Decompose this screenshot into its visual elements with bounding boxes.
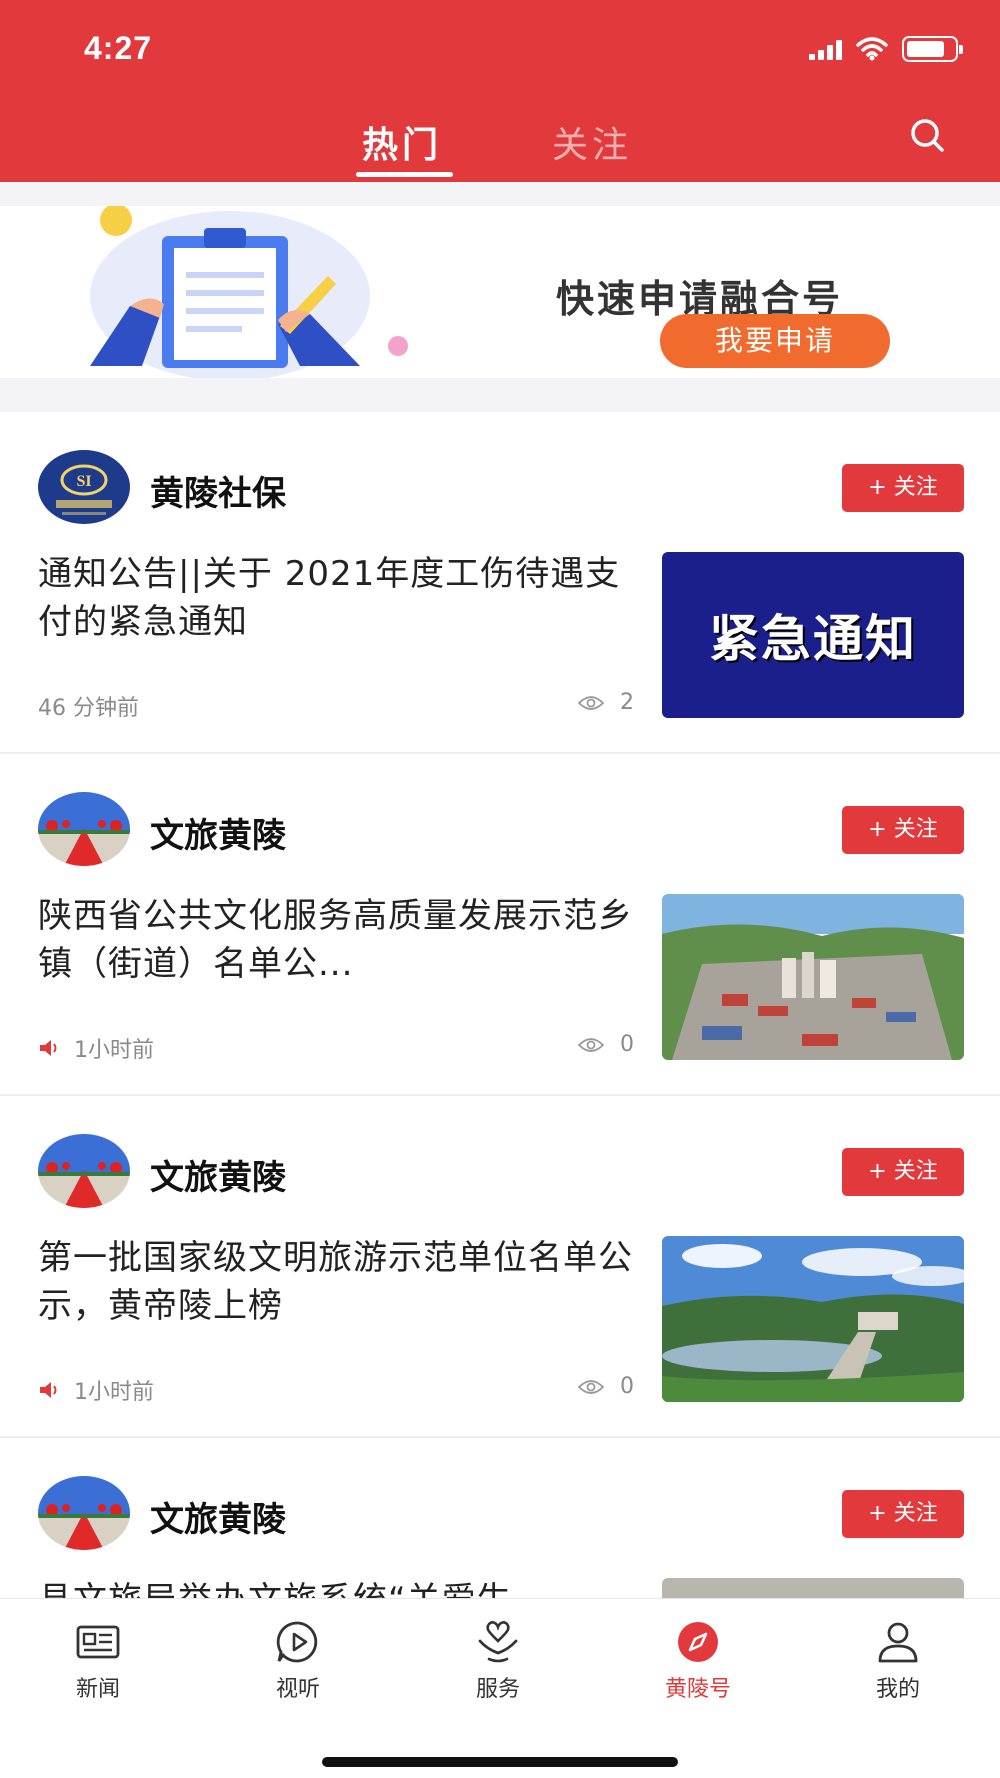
eye-icon [578,1379,604,1394]
article-time: 46 分钟前 [38,696,139,721]
red-carpet-avatar-icon [38,792,130,866]
view-count-value: 2 [620,690,634,715]
header-tabs: 热门 关注 [0,108,1000,178]
nav-huangling-account[interactable]: 黄陵号 [638,1619,758,1703]
search-button[interactable] [904,112,952,160]
battery-icon [902,36,963,62]
top-header: 4:27 热门 关注 [0,0,1000,182]
search-icon [911,119,944,152]
article-time: 1小时前 [74,1038,154,1063]
svg-text:SI: SI [76,473,91,490]
article-headline[interactable]: 通知公告||关于 2021年度工伤待遇支付的紧急通知 [38,550,638,646]
landscape-photo-icon [662,1236,964,1402]
article-feed: SI 黄陵社保 + 关注 通知公告||关于 2021年度工伤待遇支付的紧急通知 … [0,412,1000,1778]
bottom-navigation: 新闻 视听 服务 黄陵号 我的 [0,1598,1000,1778]
author-avatar[interactable] [38,1476,130,1550]
nav-video[interactable]: 视听 [238,1619,358,1703]
nav-label: 我的 [875,1677,920,1702]
heart-hand-icon [478,1621,518,1663]
author-name[interactable]: 文旅黄陵 [150,1492,286,1541]
eye-icon [578,695,604,710]
author-avatar[interactable] [38,1134,130,1208]
social-security-logo-icon: SI [38,450,130,524]
thumbnail-text: 紧急通知 [709,609,917,668]
clipboard-illustration-icon [90,206,408,378]
view-count: 2 [578,690,634,715]
nav-label: 新闻 [75,1677,120,1702]
newspaper-icon [76,1625,120,1659]
tab-following[interactable]: 关注 [552,116,632,168]
nav-news[interactable]: 新闻 [38,1619,158,1703]
nav-label: 视听 [275,1677,320,1702]
cellular-signal-icon [809,38,842,60]
play-icon [276,1621,318,1663]
follow-button[interactable]: + 关注 [842,1490,964,1538]
eye-icon [578,1037,604,1052]
follow-button[interactable]: + 关注 [842,1148,964,1196]
town-aerial-photo-icon [662,894,964,1060]
view-count: 0 [578,1032,634,1057]
apply-banner: 快速申请融合号 [0,182,1000,412]
article-card[interactable]: SI 黄陵社保 + 关注 通知公告||关于 2021年度工伤待遇支付的紧急通知 … [0,412,1000,754]
view-count-value: 0 [620,1374,634,1399]
article-headline[interactable]: 陕西省公共文化服务高质量发展示范乡镇（街道）名单公... [38,892,638,988]
article-meta: 1小时前 [38,1374,154,1406]
home-indicator[interactable] [322,1757,678,1767]
apply-button[interactable]: 我要申请 [660,314,890,368]
view-count: 0 [578,1374,634,1399]
article-thumbnail[interactable] [662,894,964,1060]
article-thumbnail[interactable]: 紧急通知 [662,552,964,718]
status-time: 4:27 [84,30,153,66]
red-carpet-avatar-icon [38,1134,130,1208]
article-meta: 46 分钟前 [38,690,139,722]
author-avatar[interactable] [38,792,130,866]
audio-icon[interactable] [38,1380,62,1400]
follow-button[interactable]: + 关注 [842,806,964,854]
author-name[interactable]: 文旅黄陵 [150,1150,286,1199]
red-carpet-avatar-icon [38,1476,130,1550]
follow-button[interactable]: + 关注 [842,464,964,512]
author-name[interactable]: 文旅黄陵 [150,808,286,857]
nav-label: 黄陵号 [664,1677,731,1702]
article-card[interactable]: 文旅黄陵 + 关注 陕西省公共文化服务高质量发展示范乡镇（街道）名单公... 1… [0,754,1000,1096]
compass-icon [678,1622,718,1662]
nav-me[interactable]: 我的 [838,1619,958,1703]
user-icon [878,1622,918,1663]
nav-label: 服务 [475,1677,520,1702]
author-name[interactable]: 黄陵社保 [150,466,286,515]
nav-service[interactable]: 服务 [438,1619,558,1703]
active-tab-indicator [356,172,453,177]
author-avatar[interactable]: SI [38,450,130,524]
status-icons [809,36,963,62]
tab-hot[interactable]: 热门 [362,116,442,168]
wifi-icon [856,37,888,61]
article-time: 1小时前 [74,1380,154,1405]
view-count-value: 0 [620,1032,634,1057]
article-card[interactable]: 文旅黄陵 + 关注 第一批国家级文明旅游示范单位名单公示，黄帝陵上榜 1小时前 … [0,1096,1000,1438]
article-headline[interactable]: 第一批国家级文明旅游示范单位名单公示，黄帝陵上榜 [38,1234,638,1330]
article-thumbnail[interactable] [662,1236,964,1402]
article-meta: 1小时前 [38,1032,154,1064]
audio-icon[interactable] [38,1038,62,1058]
